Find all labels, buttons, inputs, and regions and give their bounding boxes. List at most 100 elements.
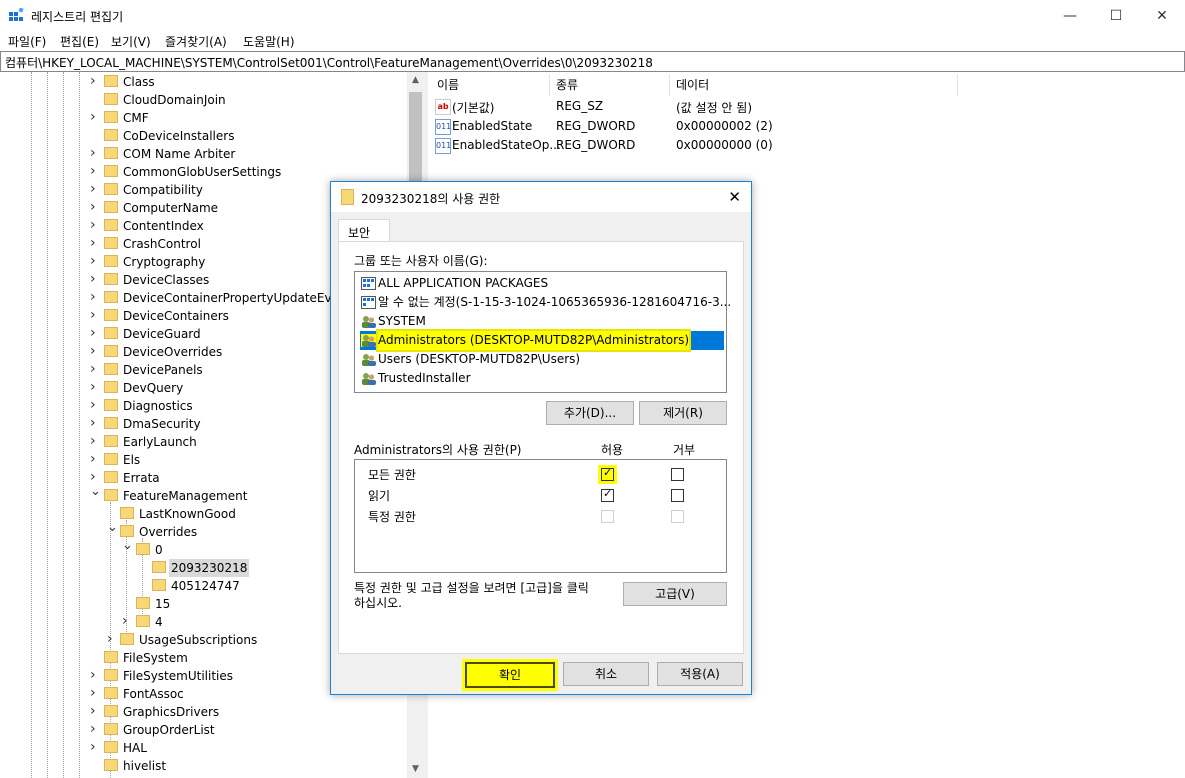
tree-item-label: FileSystem bbox=[123, 651, 188, 665]
folder-icon bbox=[104, 129, 118, 141]
chevron-right-icon[interactable]: › bbox=[90, 396, 99, 414]
tree-item-label: EarlyLaunch bbox=[123, 435, 197, 449]
chevron-down-icon[interactable]: ⌄ bbox=[122, 537, 133, 555]
folder-icon bbox=[104, 75, 118, 87]
minimize-button[interactable]: — bbox=[1047, 0, 1093, 31]
chevron-right-icon[interactable]: › bbox=[90, 666, 99, 684]
chevron-right-icon[interactable]: › bbox=[90, 702, 99, 720]
principal-name: Users (DESKTOP-MUTD82P\Users) bbox=[378, 352, 581, 366]
menu-edit[interactable]: 편집(E) bbox=[60, 33, 99, 50]
address-bar[interactable]: 컴퓨터\HKEY_LOCAL_MACHINE\SYSTEM\ControlSet… bbox=[0, 51, 1185, 72]
scroll-up-arrow-icon[interactable]: ▲ bbox=[407, 72, 424, 89]
chevron-right-icon[interactable]: › bbox=[90, 414, 99, 432]
folder-icon bbox=[104, 381, 118, 393]
title-bar: 레지스트리 편집기 — ☐ ✕ bbox=[0, 0, 1185, 31]
tree-item[interactable]: › CMF bbox=[0, 109, 407, 127]
advanced-button[interactable]: 고급(V) bbox=[623, 582, 727, 606]
chevron-right-icon[interactable]: › bbox=[90, 342, 99, 360]
chevron-right-icon[interactable]: › bbox=[90, 144, 99, 162]
column-name-header[interactable]: 이름 bbox=[437, 76, 459, 93]
tree-item[interactable]: CoDeviceInstallers bbox=[0, 127, 407, 145]
chevron-right-icon[interactable]: › bbox=[90, 684, 99, 702]
column-data-header[interactable]: 데이터 bbox=[676, 76, 709, 93]
chevron-right-icon[interactable]: › bbox=[90, 738, 99, 756]
deny-special-checkbox bbox=[671, 510, 684, 523]
chevron-right-icon[interactable]: › bbox=[90, 180, 99, 198]
chevron-right-icon[interactable]: › bbox=[90, 378, 99, 396]
chevron-right-icon[interactable]: › bbox=[90, 432, 99, 450]
tree-item-label: FeatureManagement bbox=[123, 489, 248, 503]
principal-item-selected[interactable]: Administrators (DESKTOP-MUTD82P\Administ… bbox=[360, 329, 724, 352]
tree-item-label: CMF bbox=[123, 111, 149, 125]
column-type-header[interactable]: 종류 bbox=[556, 76, 578, 93]
tree-item[interactable]: hivelist bbox=[0, 757, 407, 775]
principals-list[interactable]: ALL APPLICATION PACKAGES 알 수 없는 계정(S-1-1… bbox=[354, 271, 731, 393]
chevron-right-icon[interactable]: › bbox=[90, 198, 99, 216]
tree-item[interactable]: › GroupOrderList bbox=[0, 721, 407, 739]
chevron-right-icon[interactable]: › bbox=[90, 108, 99, 126]
chevron-right-icon[interactable]: › bbox=[90, 324, 99, 342]
chevron-down-icon[interactable]: ⌄ bbox=[90, 483, 101, 501]
folder-icon bbox=[104, 759, 118, 771]
tree-item-label: DeviceGuard bbox=[123, 327, 201, 341]
allow-full-control-checkbox[interactable]: ✓ bbox=[598, 465, 617, 484]
folder-icon bbox=[104, 273, 118, 285]
menu-file[interactable]: 파일(F) bbox=[8, 33, 46, 50]
tree-item[interactable]: › Class bbox=[0, 73, 407, 91]
dialog-close-icon[interactable]: ✕ bbox=[728, 188, 741, 206]
menu-view[interactable]: 보기(V) bbox=[111, 33, 151, 50]
chevron-down-icon[interactable]: ⌄ bbox=[107, 519, 118, 537]
tree-item-label: 2093230218 bbox=[169, 559, 250, 577]
chevron-right-icon[interactable]: › bbox=[122, 612, 131, 630]
add-button[interactable]: 추가(D)... bbox=[546, 401, 634, 425]
chevron-right-icon[interactable]: › bbox=[90, 270, 99, 288]
allow-read-checkbox[interactable]: ✓ bbox=[601, 487, 614, 502]
tree-item-label: Overrides bbox=[139, 525, 198, 539]
principal-item[interactable]: TrustedInstaller bbox=[360, 369, 724, 388]
deny-read-checkbox[interactable] bbox=[671, 489, 684, 502]
address-path[interactable]: 컴퓨터\HKEY_LOCAL_MACHINE\SYSTEM\ControlSet… bbox=[5, 54, 653, 71]
tree-item[interactable]: › CommonGlobUserSettings bbox=[0, 163, 407, 181]
unknown-account-icon bbox=[361, 296, 376, 309]
maximize-button[interactable]: ☐ bbox=[1093, 0, 1139, 31]
principal-item[interactable]: ALL APPLICATION PACKAGES bbox=[360, 274, 724, 293]
ok-button[interactable]: 확인 bbox=[462, 659, 558, 691]
principal-item[interactable]: SYSTEM bbox=[360, 312, 724, 331]
tree-item-label: CrashControl bbox=[123, 237, 201, 251]
folder-icon bbox=[152, 579, 166, 591]
cancel-button[interactable]: 취소 bbox=[563, 662, 649, 686]
menu-help[interactable]: 도움말(H) bbox=[243, 33, 295, 50]
advanced-note: 특정 권한 및 고급 설정을 보려면 [고급]을 클릭 하십시오. bbox=[354, 581, 589, 610]
permissions-dialog: 2093230218의 사용 권한 ✕ 보안 그룹 또는 사용자 이름(G): … bbox=[330, 181, 752, 695]
tree-item[interactable]: › COM Name Arbiter bbox=[0, 145, 407, 163]
chevron-right-icon[interactable]: › bbox=[90, 288, 99, 306]
scroll-down-arrow-icon[interactable]: ▼ bbox=[407, 761, 424, 778]
value-type: REG_DWORD bbox=[556, 119, 636, 133]
tab-security[interactable]: 보안 bbox=[338, 219, 390, 243]
chevron-right-icon[interactable]: › bbox=[90, 234, 99, 252]
chevron-right-icon[interactable]: › bbox=[107, 630, 116, 648]
apply-button[interactable]: 적용(A) bbox=[657, 662, 743, 686]
tree-item[interactable]: › HAL bbox=[0, 739, 407, 757]
chevron-right-icon[interactable]: › bbox=[90, 216, 99, 234]
value-name[interactable]: EnabledState bbox=[452, 119, 532, 133]
tree-item-label: GraphicsDrivers bbox=[123, 705, 220, 719]
value-name[interactable]: (기본값) bbox=[452, 99, 494, 116]
menu-favorites[interactable]: 즐겨찾기(A) bbox=[165, 33, 227, 50]
remove-button[interactable]: 제거(R) bbox=[639, 401, 727, 425]
value-name[interactable]: EnabledStateOp... bbox=[452, 138, 561, 152]
chevron-right-icon[interactable]: › bbox=[90, 72, 99, 90]
tree-item[interactable]: › GraphicsDrivers bbox=[0, 703, 407, 721]
chevron-right-icon[interactable]: › bbox=[90, 252, 99, 270]
deny-full-control-checkbox[interactable] bbox=[671, 468, 684, 481]
chevron-right-icon[interactable]: › bbox=[90, 306, 99, 324]
chevron-right-icon[interactable]: › bbox=[90, 450, 99, 468]
close-button[interactable]: ✕ bbox=[1139, 0, 1185, 31]
principal-item[interactable]: Users (DESKTOP-MUTD82P\Users) bbox=[360, 350, 724, 369]
chevron-right-icon[interactable]: › bbox=[90, 720, 99, 738]
chevron-right-icon[interactable]: › bbox=[90, 162, 99, 180]
chevron-right-icon[interactable]: › bbox=[90, 360, 99, 378]
allow-special-checkbox bbox=[601, 510, 614, 523]
tree-item[interactable]: CloudDomainJoin bbox=[0, 91, 407, 109]
principal-item[interactable]: 알 수 없는 계정(S-1-15-3-1024-1065365936-12816… bbox=[360, 293, 731, 312]
